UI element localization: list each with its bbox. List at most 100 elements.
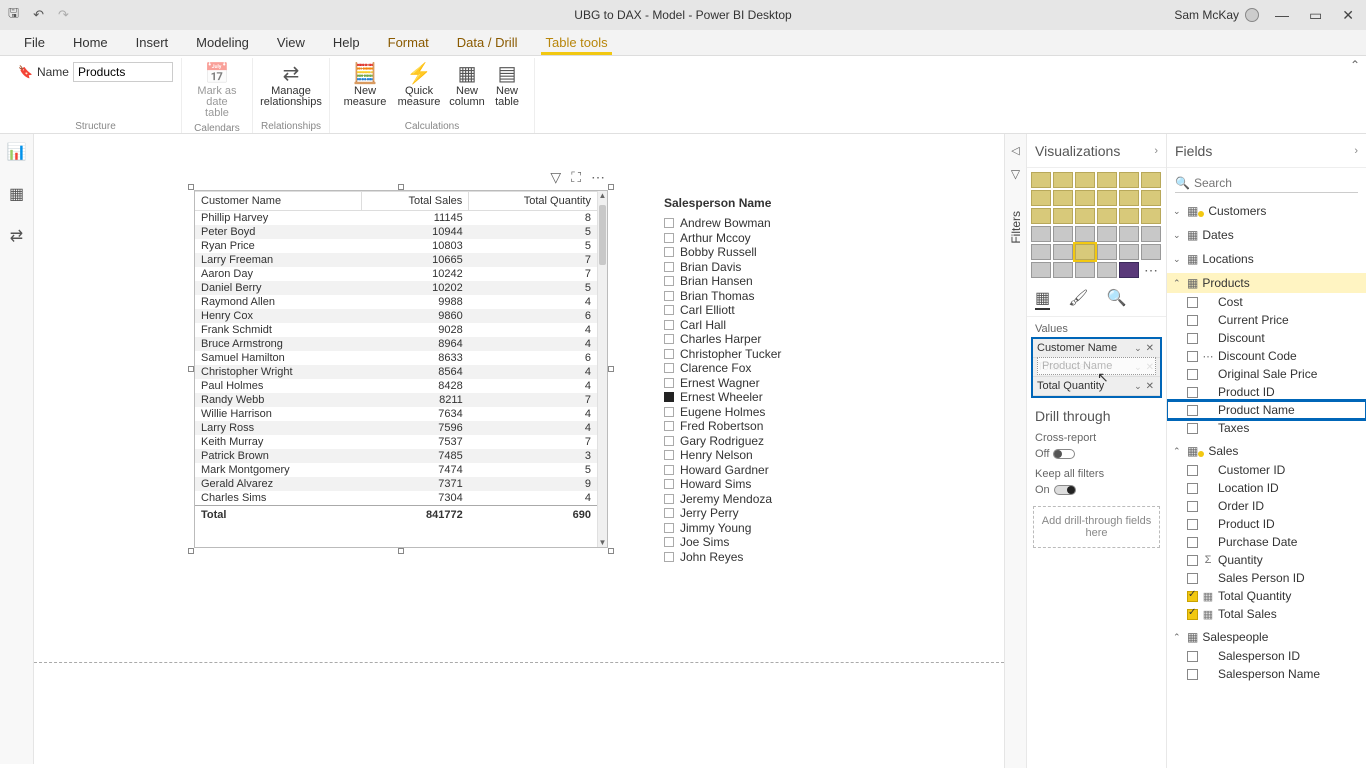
checkbox-icon[interactable] [1187, 669, 1198, 680]
viz-key-influencers-icon[interactable] [1031, 262, 1051, 278]
table-customers[interactable]: ⌄▦Customers [1167, 199, 1366, 223]
expand-filters-icon[interactable]: ◁ [1011, 144, 1019, 157]
viz-shape-map-icon[interactable] [1075, 226, 1095, 242]
field-item[interactable]: ▦Total Sales [1167, 605, 1366, 623]
table-row[interactable]: Larry Ross75964 [195, 421, 597, 435]
undo-icon[interactable]: ↶ [33, 7, 44, 23]
new-column-button[interactable]: ▦ New column [446, 58, 488, 110]
slicer-item[interactable]: Brian Hansen [664, 274, 924, 288]
viz-area-icon[interactable] [1053, 190, 1073, 206]
viz-kpi-icon[interactable] [1031, 244, 1051, 260]
data-view-icon[interactable]: ▦ [9, 184, 24, 204]
viz-waterfall-icon[interactable] [1031, 208, 1051, 224]
slicer-item[interactable]: Clarence Fox [664, 361, 924, 375]
collapse-ribbon-icon[interactable]: ⌃ [1350, 58, 1360, 72]
slicer-item[interactable]: Bobby Russell [664, 245, 924, 259]
new-table-button[interactable]: ▤ New table [488, 58, 526, 110]
slicer-item[interactable]: Jimmy Young [664, 521, 924, 535]
remove-icon[interactable]: ✕ [1144, 343, 1156, 354]
viz-card-icon[interactable] [1119, 226, 1139, 242]
viz-treemap-icon[interactable] [1141, 208, 1161, 224]
field-item[interactable]: Product Name [1167, 401, 1366, 419]
checkbox-icon[interactable] [1187, 501, 1198, 512]
checkbox-icon[interactable] [1187, 423, 1198, 434]
tab-file[interactable]: File [10, 31, 59, 54]
collapse-vispane-icon[interactable]: › [1154, 145, 1158, 157]
viz-slicer-icon[interactable] [1053, 244, 1073, 260]
format-tab-icon[interactable]: 🖌 [1068, 288, 1088, 310]
tab-insert[interactable]: Insert [122, 31, 183, 54]
field-item[interactable]: Salesperson ID [1167, 647, 1366, 665]
table-row[interactable]: Mark Montgomery74745 [195, 463, 597, 477]
checkbox-icon[interactable] [1187, 369, 1198, 380]
slicer-item[interactable]: Ernest Wheeler [664, 390, 924, 404]
viz-gauge-icon[interactable] [1097, 226, 1117, 242]
viz-stacked-column-icon[interactable] [1053, 172, 1073, 188]
more-options-icon[interactable]: ⋯ [591, 169, 605, 186]
manage-relationships-button[interactable]: ⇄ Manage relationships [264, 58, 318, 110]
close-icon[interactable]: ✕ [1338, 7, 1358, 24]
user-account[interactable]: Sam McKay [1174, 8, 1259, 22]
viz-100-column-icon[interactable] [1141, 172, 1161, 188]
viz-line-icon[interactable] [1031, 190, 1051, 206]
mark-as-date-table-button[interactable]: 📅 Mark as date table [190, 58, 244, 121]
fields-tab-icon[interactable]: ▦ [1035, 288, 1050, 310]
chevron-down-icon[interactable]: ⌄ [1132, 343, 1144, 354]
filters-pane-collapsed[interactable]: ◁ ▽ Filters [1004, 134, 1026, 768]
slicer-item[interactable]: Joe Sims [664, 535, 924, 549]
field-item[interactable]: ▦Total Quantity [1167, 587, 1366, 605]
checkbox-icon[interactable] [1187, 555, 1198, 566]
viz-ribbon-icon[interactable] [1141, 190, 1161, 206]
tab-view[interactable]: View [263, 31, 319, 54]
tab-help[interactable]: Help [319, 31, 374, 54]
checkbox-icon[interactable] [1187, 519, 1198, 530]
checkbox-icon[interactable] [1187, 651, 1198, 662]
slicer-item[interactable]: Jerry Perry [664, 506, 924, 520]
viz-scatter-icon[interactable] [1075, 208, 1095, 224]
viz-table-icon[interactable] [1075, 244, 1095, 260]
viz-clustered-bar-icon[interactable] [1075, 172, 1095, 188]
slicer-item[interactable]: Carl Elliott [664, 303, 924, 317]
viz-donut-icon[interactable] [1119, 208, 1139, 224]
field-item[interactable]: Sales Person ID [1167, 569, 1366, 587]
slicer-item[interactable]: Howard Sims [664, 477, 924, 491]
tab-format[interactable]: Format [374, 31, 443, 54]
well-customer-name[interactable]: Customer Name ⌄ ✕ [1033, 339, 1160, 358]
table-row[interactable]: Christopher Wright85644 [195, 365, 597, 379]
viz-clustered-column-icon[interactable] [1097, 172, 1117, 188]
redo-icon[interactable]: ↷ [58, 7, 69, 23]
col-total-quantity[interactable]: Total Quantity [469, 192, 597, 211]
slicer-item[interactable]: Fred Robertson [664, 419, 924, 433]
checkbox-icon[interactable] [1187, 351, 1198, 362]
checkbox-icon[interactable] [1187, 465, 1198, 476]
table-locations[interactable]: ⌄▦Locations [1167, 247, 1366, 271]
cross-report-toggle[interactable]: Off [1035, 448, 1075, 460]
tab-modeling[interactable]: Modeling [182, 31, 263, 54]
field-item[interactable]: Order ID [1167, 497, 1366, 515]
viz-line-clustered-icon[interactable] [1119, 190, 1139, 206]
maximize-icon[interactable]: ▭ [1305, 7, 1326, 24]
checkbox-icon[interactable] [1187, 405, 1198, 416]
viz-paginated-icon[interactable] [1097, 262, 1117, 278]
table-row[interactable]: Aaron Day102427 [195, 267, 597, 281]
table-row[interactable]: Charles Sims73044 [195, 491, 597, 506]
viz-map-icon[interactable] [1031, 226, 1051, 242]
minimize-icon[interactable]: — [1271, 7, 1293, 23]
slicer-item[interactable]: Carl Hall [664, 318, 924, 332]
table-dates[interactable]: ⌄▦Dates [1167, 223, 1366, 247]
slicer-item[interactable]: Ernest Wagner [664, 376, 924, 390]
table-products[interactable]: ⌃▦Products CostCurrent PriceDiscount⋯Dis… [1167, 271, 1366, 439]
field-item[interactable]: ⋯Discount Code [1167, 347, 1366, 365]
table-row[interactable]: Ryan Price108035 [195, 239, 597, 253]
search-input[interactable] [1194, 176, 1358, 190]
table-row[interactable]: Raymond Allen99884 [195, 295, 597, 309]
fields-search[interactable]: 🔍 [1175, 174, 1358, 193]
slicer-item[interactable]: Andrew Bowman [664, 216, 924, 230]
viz-pie-icon[interactable] [1097, 208, 1117, 224]
field-item[interactable]: Cost [1167, 293, 1366, 311]
analytics-tab-icon[interactable]: 🔍 [1106, 288, 1126, 310]
table-sales[interactable]: ⌃▦Sales Customer IDLocation IDOrder IDPr… [1167, 439, 1366, 625]
checkbox-icon[interactable] [1187, 315, 1198, 326]
field-item[interactable]: Current Price [1167, 311, 1366, 329]
field-item[interactable]: Purchase Date [1167, 533, 1366, 551]
